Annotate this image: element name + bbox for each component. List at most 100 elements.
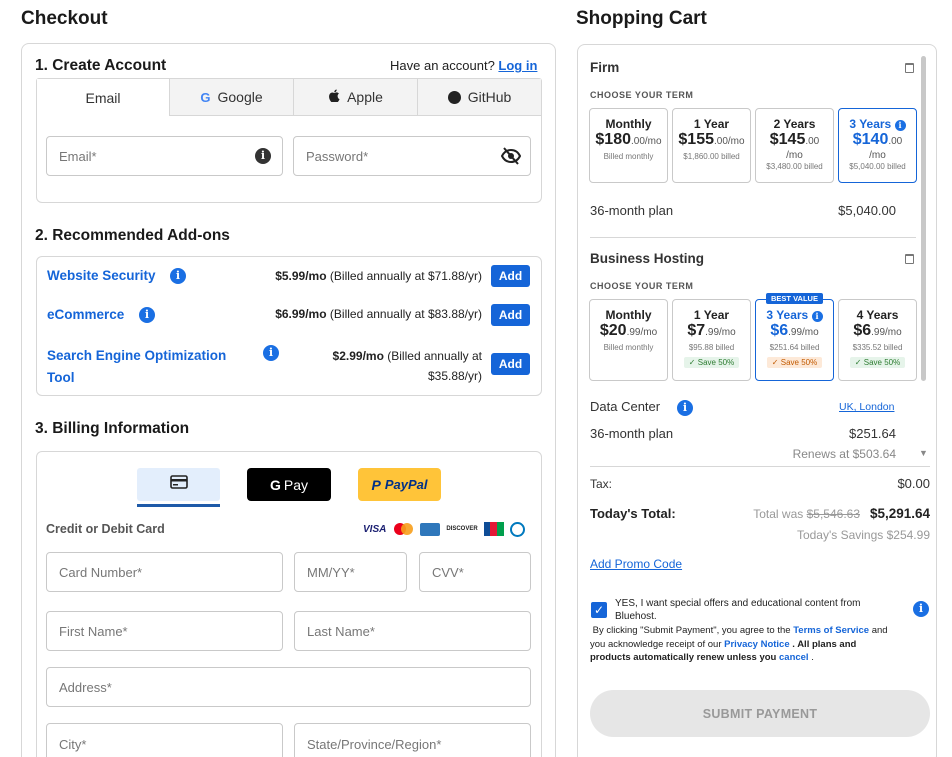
email-placeholder: Email* (59, 148, 97, 164)
add-promo-code-link[interactable]: Add Promo Code (590, 557, 682, 571)
last-name-field[interactable]: Last Name* (294, 611, 531, 651)
divider (590, 466, 930, 467)
terms-p3: you acknowledge receipt of our (590, 638, 725, 650)
term-cents: .99/mo (626, 327, 658, 338)
price: $5.99/mo (275, 269, 327, 283)
email-info-icon[interactable]: i (255, 148, 271, 164)
credit-card-icon (169, 475, 188, 494)
cvv-field[interactable]: CVV* (419, 552, 531, 592)
address-field[interactable]: Address* (46, 667, 531, 707)
add-seo-button[interactable]: Add (491, 353, 530, 375)
data-center-info-icon[interactable]: i (677, 400, 693, 416)
add-website-security-button[interactable]: Add (491, 265, 530, 287)
terms-of-service-link[interactable]: Terms of Service (793, 625, 869, 636)
card-method-button[interactable] (137, 468, 220, 501)
website-security-info-icon[interactable]: i (170, 268, 186, 284)
business-term-3-years[interactable]: BEST VALUE 3 Years i $6.99/mo $251.64 bi… (755, 293, 834, 381)
data-center-link[interactable]: UK, London (839, 401, 894, 413)
have-account: Have an account? Log in (390, 58, 537, 73)
github-icon (447, 90, 461, 104)
tab-email[interactable]: Email (37, 79, 169, 116)
login-link[interactable]: Log in (498, 58, 537, 73)
term-name: 1 Year (693, 117, 730, 131)
firm-name: Firm (590, 60, 620, 75)
term-name: Monthly (605, 308, 652, 322)
cart-scrollbar[interactable] (921, 56, 926, 381)
state-field[interactable]: State/Province/Region* (294, 723, 531, 757)
terms-p1: By clicking "Submit Payment", you agree … (592, 625, 794, 636)
term-cents: .00/mo (714, 136, 745, 147)
term-price: $145 (769, 131, 806, 148)
term-price: $7 (687, 322, 706, 339)
tax-label: Tax: (590, 477, 613, 491)
firm-plan-price: $5,040.00 (838, 203, 896, 218)
term-sub: Billed monthly (603, 152, 654, 161)
term-info-icon[interactable]: i (811, 311, 823, 322)
google-pay-button[interactable]: G Pay (247, 468, 331, 501)
tab-github-label: GitHub (467, 89, 512, 105)
firm-trash-icon[interactable] (905, 63, 914, 73)
term-name: 3 Years (766, 308, 809, 322)
term-sub: $1,860.00 billed (683, 152, 740, 161)
firm-term-3-years[interactable]: 3 Years i $140.00 /mo $5,040.00 billed (838, 108, 917, 183)
cart-title: Shopping Cart (576, 8, 707, 29)
tab-github[interactable]: GitHub (417, 79, 541, 116)
offers-info-icon[interactable]: i (913, 601, 929, 617)
offers-checkbox[interactable]: ✓ (591, 602, 607, 618)
business-term-1-year[interactable]: 1 Year $7.99/mo $95.88 billed ✓ Save 50% (672, 299, 751, 381)
add-ecommerce-button[interactable]: Add (491, 304, 530, 326)
tab-apple[interactable]: Apple (293, 79, 417, 116)
first-name-field[interactable]: First Name* (46, 611, 283, 651)
firm-plan-label: 36-month plan (590, 203, 674, 218)
eye-off-icon[interactable] (500, 147, 522, 170)
terms-p4: . All plans and (789, 638, 857, 650)
term-cents: .00 (888, 136, 903, 147)
card-number-field[interactable]: Card Number* (46, 552, 283, 592)
firm-term-1-year[interactable]: 1 Year $155.00/mo $1,860.00 billed (672, 108, 751, 183)
term-sub: $335.52 billed (852, 343, 903, 352)
term-cents: .99/mo (788, 327, 819, 338)
ecommerce-info-icon[interactable]: i (139, 307, 155, 323)
cancel-link[interactable]: cancel (779, 652, 809, 663)
tab-google[interactable]: G Google (169, 79, 293, 116)
price: $6.99/mo (275, 307, 327, 321)
term-name: 4 Years (856, 308, 899, 322)
divider (590, 237, 916, 238)
seo-info-icon[interactable]: i (263, 345, 279, 361)
tab-apple-label: Apple (347, 89, 383, 105)
seo-line1: Search Engine Optimization (47, 348, 227, 363)
chevron-down-icon[interactable]: ▼ (919, 448, 928, 458)
submit-payment-button[interactable]: SUBMIT PAYMENT (590, 690, 930, 737)
term-sub: $251.64 billed (769, 343, 820, 352)
term-info-icon[interactable]: i (894, 120, 906, 131)
term-per: /mo (786, 150, 803, 161)
term-name: 3 Years (849, 117, 892, 131)
expiry-placeholder: MM/YY* (307, 564, 355, 580)
term-sub: $3,480.00 billed (766, 162, 823, 171)
email-field[interactable]: Email* (46, 136, 283, 176)
term-name: 2 Years (773, 117, 816, 131)
city-field[interactable]: City* (46, 723, 283, 757)
billed: (Billed annually at $71.88/yr) (329, 269, 482, 283)
business-trash-icon[interactable] (905, 254, 914, 264)
apple-icon (328, 89, 340, 105)
business-term-4-years[interactable]: 4 Years $6.99/mo $335.52 billed ✓ Save 5… (838, 299, 917, 381)
addon-website-security: Website Security (47, 268, 156, 283)
state-placeholder: State/Province/Region* (307, 737, 442, 752)
firm-term-monthly[interactable]: Monthly $180.00/mo Billed monthly (589, 108, 668, 183)
best-value-badge: BEST VALUE (766, 293, 823, 304)
firm-term-2-years[interactable]: 2 Years $145.00 /mo $3,480.00 billed (755, 108, 834, 183)
save-badge: ✓ Save 50% (849, 357, 906, 368)
privacy-notice-link[interactable]: Privacy Notice (724, 639, 789, 650)
first-name-placeholder: First Name* (59, 623, 128, 639)
password-field[interactable]: Password* (293, 136, 531, 176)
addon-ecommerce: eCommerce (47, 307, 125, 322)
addon-seo-price: $2.99/mo (Billed annually at $35.88/yr) (300, 346, 482, 386)
amex-icon (420, 522, 441, 536)
expiry-field[interactable]: MM/YY* (294, 552, 407, 592)
visa-icon: VISA (363, 523, 387, 535)
google-g-icon: G (269, 476, 281, 493)
last-name-placeholder: Last Name* (307, 623, 375, 639)
business-term-monthly[interactable]: Monthly $20.99/mo Billed monthly (589, 299, 668, 381)
paypal-button[interactable]: P PayPal (358, 468, 441, 501)
